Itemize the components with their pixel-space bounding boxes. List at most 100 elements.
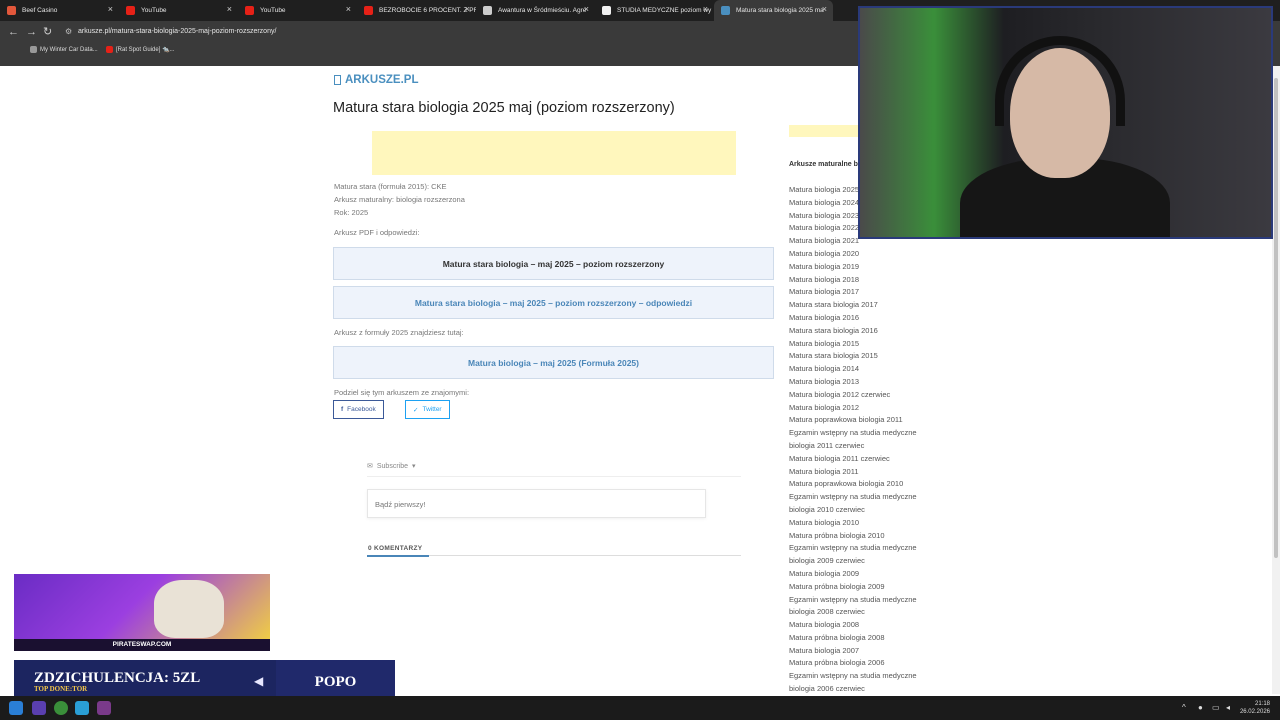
sidebar-link[interactable]: Matura biologia 2017: [789, 286, 929, 299]
browser-tab[interactable]: BEZROBOCIE 6 PROCENT. Z PR ×: [357, 0, 476, 21]
sidebar-link[interactable]: biologia 2008 czerwiec: [789, 606, 929, 619]
sidebar-link[interactable]: biologia 2006 czerwiec: [789, 683, 929, 694]
page-title: Matura stara biologia 2025 maj (poziom r…: [333, 100, 675, 116]
close-tab-icon[interactable]: ×: [465, 4, 470, 14]
sidebar-link[interactable]: Matura biologia 2014: [789, 363, 929, 376]
close-tab-icon[interactable]: ×: [346, 4, 351, 14]
share-twitter-button[interactable]: ✓ Twitter: [405, 400, 450, 419]
clock[interactable]: 21:18 26.02.2026: [1240, 700, 1270, 716]
sidebar-list: Matura biologia 2025 Matura biologia 2024…: [789, 184, 929, 694]
sidebar-link[interactable]: Matura próbna biologia 2010: [789, 530, 929, 543]
network-icon[interactable]: ▭: [1212, 703, 1220, 712]
sidebar-link[interactable]: Matura biologia 2016: [789, 312, 929, 325]
scrollbar-thumb[interactable]: [1274, 78, 1278, 558]
answers-pdf-button[interactable]: Matura stara biologia – maj 2025 – pozio…: [333, 286, 774, 319]
sidebar-link[interactable]: Matura poprawkowa biologia 2010: [789, 478, 929, 491]
subscribe-dropdown[interactable]: ✉ Subscribe ▾: [367, 462, 416, 471]
ad-banner[interactable]: [372, 131, 736, 175]
page-scrollbar[interactable]: [1272, 66, 1280, 694]
sidebar-link[interactable]: Matura biologia 2019: [789, 261, 929, 274]
tab-favicon-icon: [483, 6, 492, 15]
sidebar-link[interactable]: Matura biologia 2012: [789, 402, 929, 415]
tab-favicon-icon: [7, 6, 16, 15]
sidebar-link[interactable]: Matura biologia 2010: [789, 517, 929, 530]
sidebar-link[interactable]: Matura próbna biologia 2009: [789, 581, 929, 594]
address-bar[interactable]: ⚙ arkusze.pl/matura-stara-biologia-2025-…: [61, 24, 861, 40]
share-twitter-label: Twitter: [422, 406, 442, 413]
browser-tab[interactable]: YouTube ×: [119, 0, 238, 21]
sidebar-link[interactable]: Matura biologia 2012 czerwiec: [789, 389, 929, 402]
sidebar-link[interactable]: Egzamin wstępny na studia medyczne: [789, 427, 929, 440]
sidebar-link[interactable]: biologia 2011 czerwiec: [789, 440, 929, 453]
close-tab-icon[interactable]: ×: [108, 4, 113, 14]
sidebar-heading: Arkusze maturalne bi: [789, 161, 860, 168]
close-tab-icon[interactable]: ×: [584, 4, 589, 14]
tab-favicon-icon: [126, 6, 135, 15]
caret-down-icon: ▾: [412, 463, 416, 470]
sidebar-link[interactable]: Matura biologia 2011: [789, 466, 929, 479]
mic-icon[interactable]: ●: [1198, 703, 1203, 712]
browser-tab[interactable]: Matura stara biologia 2025 ma ×: [714, 0, 833, 21]
sidebar-link[interactable]: Matura biologia 2020: [789, 248, 929, 261]
back-icon[interactable]: ←: [8, 25, 19, 39]
tray-chevron-icon[interactable]: ^: [1182, 703, 1186, 712]
forward-icon[interactable]: →: [26, 25, 37, 39]
sidebar-link[interactable]: Egzamin wstępny na studia medyczne: [789, 491, 929, 504]
sidebar-link[interactable]: Matura biologia 2013: [789, 376, 929, 389]
tab-favicon-icon: [364, 6, 373, 15]
exam-pdf-button[interactable]: Matura stara biologia – maj 2025 – pozio…: [333, 247, 774, 280]
start-icon[interactable]: [9, 701, 23, 715]
sidebar-link[interactable]: biologia 2009 czerwiec: [789, 555, 929, 568]
mascot-image: [154, 580, 224, 638]
close-tab-icon[interactable]: ×: [227, 4, 232, 14]
promo-overlay: PIRATESWAP.COM: [14, 574, 270, 651]
browser-tab[interactable]: Awantura w Śródmieściu. Agre ×: [476, 0, 595, 21]
sidebar-link[interactable]: Matura stara biologia 2015: [789, 350, 929, 363]
telegram-icon[interactable]: [75, 701, 89, 715]
bookmark-item[interactable]: [Rat Spot Guide] 🐀...: [106, 46, 175, 53]
reload-icon[interactable]: ↻: [43, 25, 52, 39]
browser-tab[interactable]: Beef Casino ×: [0, 0, 119, 21]
share-facebook-label: Facebook: [347, 406, 376, 413]
banner-sub-text: TOP DONE:TOR: [34, 685, 88, 693]
app-icon[interactable]: [97, 701, 111, 715]
close-tab-icon[interactable]: ×: [822, 4, 827, 14]
formula-2025-button[interactable]: Matura biologia – maj 2025 (Formuła 2025…: [333, 346, 774, 379]
bookmark-item[interactable]: My Winter Car Data...: [30, 46, 98, 53]
close-tab-icon[interactable]: ×: [703, 4, 708, 14]
sidebar-link[interactable]: Matura biologia 2009: [789, 568, 929, 581]
sidebar-link[interactable]: Matura biologia 2015: [789, 338, 929, 351]
chrome-icon[interactable]: [54, 701, 68, 715]
sidebar-ad[interactable]: [789, 125, 864, 137]
bookmark-icon: [30, 46, 37, 53]
sidebar-link[interactable]: Egzamin wstępny na studia medyczne: [789, 670, 929, 683]
youtube-icon: [106, 46, 113, 53]
sidebar-link[interactable]: Matura biologia 2008: [789, 619, 929, 632]
share-facebook-button[interactable]: f Facebook: [333, 400, 384, 419]
volume-icon[interactable]: ◂: [1226, 703, 1230, 712]
browser-tab[interactable]: STUDIA MEDYCZNE poziom wy ×: [595, 0, 714, 21]
sidebar-link[interactable]: Matura stara biologia 2017: [789, 299, 929, 312]
sidebar-link[interactable]: Egzamin wstępny na studia medyczne: [789, 542, 929, 555]
sidebar-link[interactable]: Matura poprawkowa biologia 2011: [789, 414, 929, 427]
pdf-label: Arkusz PDF i odpowiedzi:: [334, 228, 420, 237]
sidebar-link[interactable]: Matura stara biologia 2016: [789, 325, 929, 338]
twitter-icon: ✓: [413, 406, 419, 414]
browser-tab[interactable]: YouTube ×: [238, 0, 357, 21]
comment-input[interactable]: Bądź pierwszy!: [367, 489, 706, 518]
bookmark-label: [Rat Spot Guide] 🐀...: [116, 47, 175, 53]
divider: [367, 476, 741, 477]
sidebar-link[interactable]: Matura biologia 2011 czerwiec: [789, 453, 929, 466]
sidebar-link[interactable]: Matura próbna biologia 2006: [789, 657, 929, 670]
formula-label: Arkusz z formuły 2025 znajdziesz tutaj:: [334, 328, 464, 337]
sidebar-link[interactable]: Matura próbna biologia 2008: [789, 632, 929, 645]
site-logo[interactable]: ARKUSZE.PL: [334, 74, 418, 86]
app-icon[interactable]: [32, 701, 46, 715]
sidebar-link[interactable]: biologia 2010 czerwiec: [789, 504, 929, 517]
site-info-icon[interactable]: ⚙: [65, 24, 72, 40]
sidebar-link[interactable]: Matura biologia 2018: [789, 274, 929, 287]
tab-label: STUDIA MEDYCZNE poziom wy: [617, 7, 712, 14]
sidebar-link[interactable]: Matura biologia 2007: [789, 645, 929, 658]
exam-year: Rok: 2025: [334, 208, 369, 217]
sidebar-link[interactable]: Egzamin wstępny na studia medyczne: [789, 594, 929, 607]
